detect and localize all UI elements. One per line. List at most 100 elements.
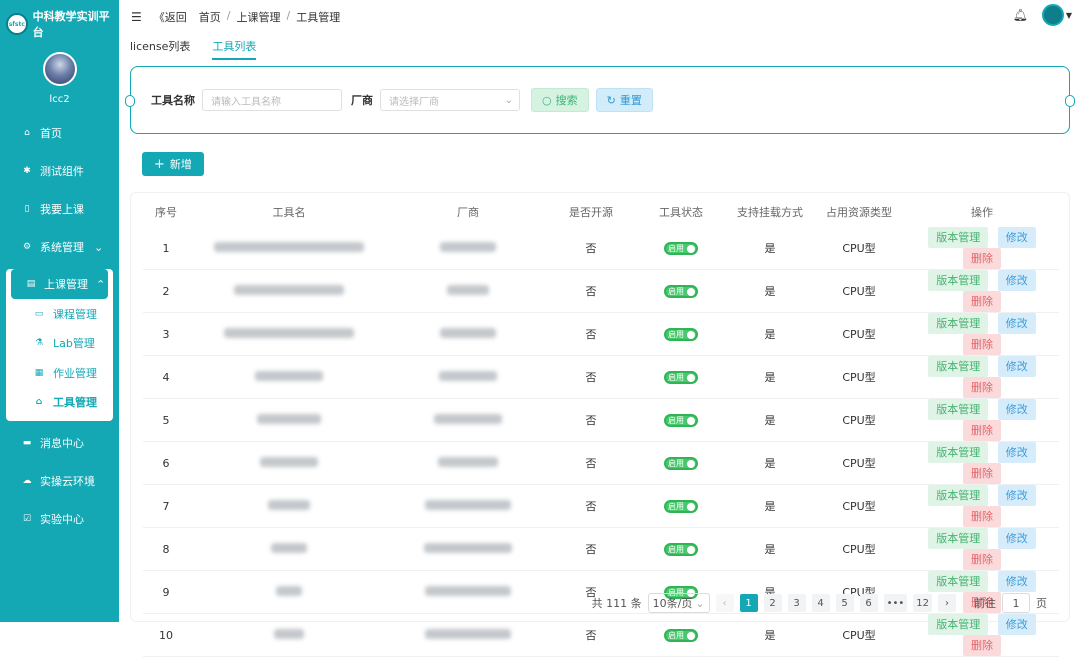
status-toggle[interactable]: 启用	[664, 242, 698, 255]
delete-button[interactable]: 删除	[963, 420, 1001, 441]
status-toggle[interactable]: 启用	[664, 457, 698, 470]
redacted-text	[425, 628, 511, 639]
version-manage-button[interactable]: 版本管理	[928, 442, 989, 463]
status-cell: 启用	[635, 227, 727, 270]
page-number[interactable]: 3	[787, 594, 806, 612]
breadcrumb-course-manage[interactable]: 上课管理	[236, 9, 280, 25]
page-number[interactable]: 5	[835, 594, 854, 612]
resource-cell: CPU型	[813, 613, 905, 657]
next-page-button[interactable]: ›	[938, 594, 956, 612]
status-cell: 启用	[635, 527, 727, 571]
open-source-cell: 否	[547, 613, 635, 657]
message-icon: ▬	[22, 438, 32, 448]
status-toggle[interactable]: 启用	[664, 629, 698, 642]
version-manage-button[interactable]: 版本管理	[928, 313, 989, 334]
delete-button[interactable]: 删除	[963, 377, 1001, 398]
breadcrumb-home[interactable]: 首页	[199, 9, 221, 25]
redacted-text	[260, 456, 318, 467]
delete-button[interactable]: 删除	[963, 291, 1001, 312]
edit-button[interactable]: 修改	[997, 313, 1036, 334]
status-toggle[interactable]: 启用	[664, 285, 698, 298]
tool-table: 序号 工具名 厂商 是否开源 工具状态 支持挂载方式 占用资源类型 操作 1 否…	[143, 197, 1059, 657]
edit-button[interactable]: 修改	[997, 614, 1036, 635]
sidebar-subitem-lab[interactable]: ⚗ Lab管理	[6, 329, 113, 359]
sidebar-group-course-manage: ▤ 上课管理 ⌃ ▭ 课程管理 ⚗ Lab管理 ▦ 作业管理 ⌂ 工具管理	[6, 269, 113, 421]
page-number[interactable]: 1	[739, 594, 758, 612]
bell-icon[interactable]: 🔔︎	[1013, 8, 1028, 22]
back-link[interactable]: 《返回	[154, 9, 187, 25]
add-tool-button[interactable]: + 新增	[142, 152, 204, 176]
tab-license-list[interactable]: license列表	[130, 38, 190, 60]
version-manage-button[interactable]: 版本管理	[928, 528, 989, 549]
sidebar-item-course-manage[interactable]: ▤ 上课管理 ⌃	[11, 269, 108, 299]
delete-button[interactable]: 删除	[963, 549, 1001, 570]
page-number[interactable]: 2	[763, 594, 782, 612]
table-row: 5 否 启用 是 CPU型 版本管理 修改 删除	[143, 398, 1059, 442]
edit-button[interactable]: 修改	[997, 356, 1036, 377]
reset-button[interactable]: ↻ 重置	[595, 88, 653, 112]
version-manage-button[interactable]: 版本管理	[928, 485, 989, 506]
open-source-cell: 否	[547, 312, 635, 356]
sidebar-item-test-component[interactable]: ✱ 测试组件	[0, 152, 119, 190]
status-toggle[interactable]: 启用	[664, 500, 698, 513]
edit-button[interactable]: 修改	[997, 485, 1036, 506]
menu-fold-icon[interactable]: ☰	[131, 10, 142, 24]
delete-button[interactable]: 删除	[963, 248, 1001, 269]
sidebar-item-system-manage[interactable]: ⚙ 系统管理 ⌄	[0, 228, 119, 266]
version-manage-button[interactable]: 版本管理	[928, 270, 989, 291]
toggle-knob	[687, 373, 695, 382]
page-number[interactable]: 4	[811, 594, 830, 612]
status-toggle[interactable]: 启用	[664, 414, 698, 427]
page-ellipsis[interactable]: •••	[883, 594, 908, 612]
version-manage-button[interactable]: 版本管理	[928, 356, 989, 377]
edit-button[interactable]: 修改	[997, 571, 1036, 592]
edit-button[interactable]: 修改	[997, 528, 1036, 549]
sidebar-subitem-tool[interactable]: ⌂ 工具管理	[6, 388, 113, 418]
sidebar-item-home[interactable]: ⌂ 首页	[0, 114, 119, 152]
status-toggle[interactable]: 启用	[664, 328, 698, 341]
search-button[interactable]: ○ 搜索	[531, 88, 589, 112]
sidebar-item-message-center[interactable]: ▬ 消息中心	[0, 424, 119, 462]
edit-button[interactable]: 修改	[997, 270, 1036, 291]
homework-icon: ▦	[34, 367, 44, 378]
delete-button[interactable]: 删除	[963, 635, 1001, 656]
page-size-select[interactable]: 10条/页 ⌄	[647, 593, 710, 613]
version-manage-button[interactable]: 版本管理	[928, 227, 989, 248]
status-toggle[interactable]: 启用	[664, 543, 698, 556]
version-manage-button[interactable]: 版本管理	[928, 614, 989, 635]
delete-button[interactable]: 删除	[963, 506, 1001, 527]
table-row: 4 否 启用 是 CPU型 版本管理 修改 删除	[143, 355, 1059, 399]
status-toggle[interactable]: 启用	[664, 371, 698, 384]
tab-tool-list[interactable]: 工具列表	[212, 38, 257, 60]
user-name: lcc2	[49, 94, 70, 105]
sidebar-subitem-homework[interactable]: ▦ 作业管理	[6, 358, 113, 388]
edit-button[interactable]: 修改	[997, 399, 1036, 420]
goto-page-input[interactable]: 1	[1002, 593, 1030, 613]
tool-table-card: 序号 工具名 厂商 是否开源 工具状态 支持挂载方式 占用资源类型 操作 1 否…	[130, 192, 1070, 657]
caret-down-icon[interactable]: ▼	[1066, 11, 1072, 20]
sidebar-item-cloud-env[interactable]: ☁ 实操云环境	[0, 462, 119, 500]
tool-name-input[interactable]: 请输入工具名称	[202, 89, 342, 111]
plus-icon: +	[154, 156, 165, 172]
vendor-select[interactable]: 请选择厂商 ⌄	[380, 89, 520, 111]
tool-name-redacted	[189, 484, 389, 528]
version-manage-button[interactable]: 版本管理	[928, 571, 989, 592]
mount-cell: 是	[727, 527, 813, 571]
header-avatar[interactable]	[1041, 4, 1064, 26]
sidebar-item-attend-class[interactable]: ▯ 我要上课	[0, 190, 119, 228]
page-number[interactable]: 12	[913, 594, 932, 612]
table-row: 1 否 启用 是 CPU型 版本管理 修改 删除	[143, 227, 1059, 270]
user-avatar[interactable]	[42, 52, 77, 86]
sidebar-item-lab-center[interactable]: ☑ 实验中心	[0, 500, 119, 538]
edit-button[interactable]: 修改	[997, 442, 1036, 463]
brand[interactable]: sfstc 中科教学实训平台	[0, 0, 119, 48]
prev-page-button[interactable]: ‹	[715, 594, 734, 612]
edit-button[interactable]: 修改	[997, 227, 1036, 248]
vendor-redacted	[389, 312, 547, 356]
delete-button[interactable]: 删除	[963, 463, 1001, 484]
component-icon: ✱	[23, 166, 31, 176]
version-manage-button[interactable]: 版本管理	[928, 399, 989, 420]
delete-button[interactable]: 删除	[963, 334, 1001, 355]
sidebar-subitem-course[interactable]: ▭ 课程管理	[6, 299, 113, 329]
page-number[interactable]: 6	[859, 594, 878, 612]
